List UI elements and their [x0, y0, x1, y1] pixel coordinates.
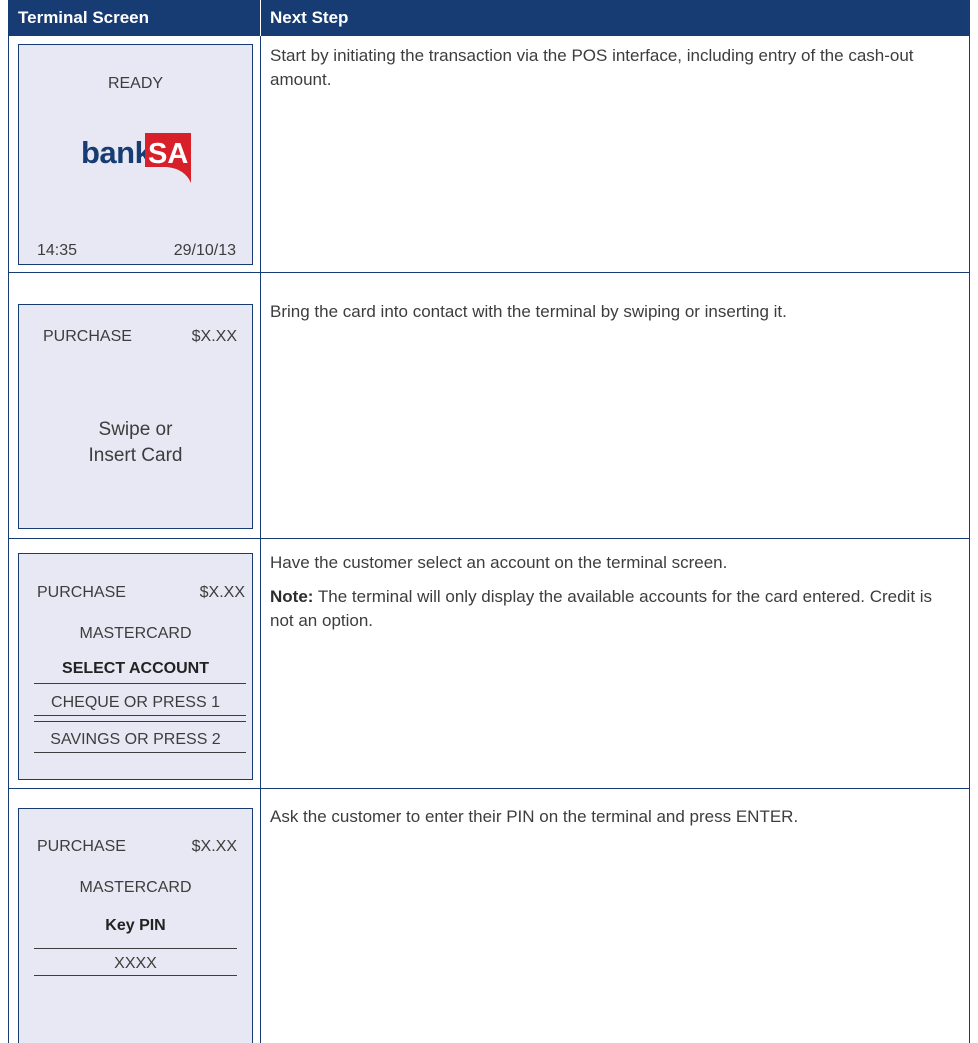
screen-divider-1	[34, 948, 237, 949]
screen-heading: Key PIN	[105, 917, 166, 934]
screen-pin: XXXX	[114, 955, 157, 972]
step-text-3: Have the customer select an account on t…	[270, 551, 960, 643]
screen-amount: $X.XX	[191, 328, 237, 345]
note-text: The terminal will only display the avail…	[270, 587, 933, 630]
step-text-4: Ask the customer to enter their PIN on t…	[270, 805, 960, 839]
row-divider-3	[8, 788, 970, 789]
screen-divider-2	[34, 715, 246, 716]
screen-divider-3	[34, 721, 246, 722]
screen-amount: $X.XX	[191, 838, 237, 855]
banksa-logo: bank SA	[81, 133, 191, 183]
screen-txn: PURCHASE	[37, 838, 126, 855]
terminal-screen-swipe: PURCHASE $X.XX Swipe or Insert Card	[18, 304, 253, 529]
screen-heading: SELECT ACCOUNT	[62, 660, 209, 677]
table-left-border	[8, 36, 9, 1043]
screen-amount: $X.XX	[199, 584, 245, 601]
step-text-1: Start by initiating the transaction via …	[270, 44, 960, 102]
terminal-screen-key-pin: PURCHASE $X.XX MASTERCARD Key PIN XXXX	[18, 808, 253, 1043]
screen-date: 29/10/13	[173, 242, 236, 259]
step-2-paragraph: Bring the card into contact with the ter…	[270, 302, 787, 321]
screen-prompt-line2: Insert Card	[88, 445, 183, 466]
screen-option-2: SAVINGS OR PRESS 2	[50, 731, 221, 748]
terminal-screen-ready: READY bank SA 14:35 29/10/13	[18, 44, 253, 265]
table-right-border	[969, 36, 970, 1043]
screen-option-1: CHEQUE OR PRESS 1	[51, 694, 220, 711]
step-4-paragraph: Ask the customer to enter their PIN on t…	[270, 807, 799, 826]
header-divider	[260, 0, 261, 36]
screen-status: READY	[107, 75, 164, 92]
logo-sa-flag-icon: SA	[145, 133, 191, 183]
screen-time: 14:35	[37, 242, 78, 259]
step-1-paragraph: Start by initiating the transaction via …	[270, 46, 914, 89]
step-3-note: Note: The terminal will only display the…	[270, 585, 960, 633]
screen-divider-4	[34, 752, 246, 753]
screen-txn: PURCHASE	[43, 328, 132, 345]
header-terminal-screen: Terminal Screen	[18, 8, 150, 27]
row-divider-1	[8, 272, 970, 273]
column-divider	[260, 36, 261, 1043]
header-next-step: Next Step	[270, 8, 349, 27]
svg-text:SA: SA	[148, 138, 188, 170]
table-header: Terminal Screen Next Step	[8, 0, 970, 36]
note-label: Note:	[270, 587, 314, 606]
step-3-paragraph: Have the customer select an account on t…	[270, 553, 728, 572]
screen-divider-1	[34, 683, 246, 684]
screen-card: MASTERCARD	[79, 625, 192, 642]
screen-divider-2	[34, 975, 237, 976]
logo-bank-text: bank	[81, 135, 152, 170]
instruction-table: Terminal Screen Next Step READY bank SA …	[8, 0, 970, 1043]
screen-prompt-line1: Swipe or	[98, 419, 173, 440]
step-text-2: Bring the card into contact with the ter…	[270, 300, 960, 334]
screen-txn: PURCHASE	[37, 584, 126, 601]
screen-card: MASTERCARD	[79, 879, 192, 896]
terminal-screen-select-account: PURCHASE $X.XX MASTERCARD SELECT ACCOUNT…	[18, 553, 253, 780]
row-divider-2	[8, 538, 970, 539]
